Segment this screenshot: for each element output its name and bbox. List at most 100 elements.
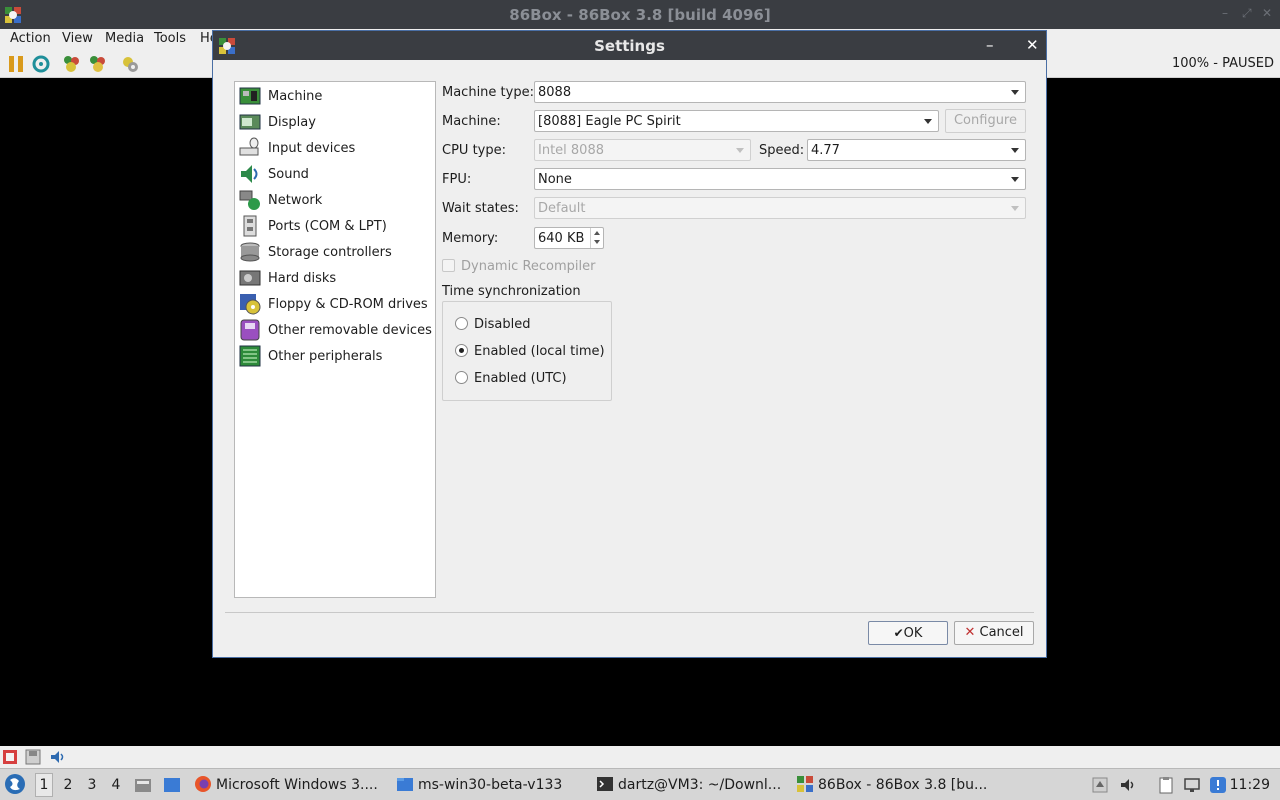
- maximize-icon[interactable]: ⤢: [1242, 7, 1254, 19]
- network-icon: [239, 190, 260, 210]
- settings-gear-icon[interactable]: [120, 54, 140, 74]
- tray-up-arrow-icon[interactable]: [1091, 776, 1109, 794]
- nav-item-machine[interactable]: Machine: [236, 83, 435, 109]
- task-label: Microsoft Windows 3....: [216, 777, 378, 793]
- workspace-4[interactable]: 4: [107, 777, 125, 793]
- speed-select[interactable]: 4.77: [807, 139, 1026, 161]
- close-icon[interactable]: ✕: [1262, 7, 1274, 19]
- reset-icon[interactable]: [31, 54, 51, 74]
- settings-category-list: Machine Display Input devices Sound Netw…: [234, 81, 436, 598]
- configure-button[interactable]: Configure: [945, 109, 1026, 133]
- menu-view[interactable]: View: [62, 31, 93, 46]
- time-sync-option-label: Enabled (local time): [474, 344, 605, 359]
- workspace-1[interactable]: 1: [35, 773, 53, 797]
- nav-item-label: Other removable devices: [268, 323, 432, 338]
- menu-action[interactable]: Action: [10, 31, 51, 46]
- main-titlebar[interactable]: 86Box - 86Box 3.8 [build 4096] – ⤢ ✕: [0, 0, 1280, 29]
- speed-label: Speed:: [759, 143, 805, 158]
- nav-item-label: Display: [268, 115, 316, 130]
- sound-status-icon[interactable]: [49, 749, 65, 765]
- time-sync-disabled-radio[interactable]: [455, 317, 468, 330]
- nav-item-other-removable[interactable]: Other removable devices: [236, 317, 435, 343]
- nav-item-input-devices[interactable]: Input devices: [236, 135, 435, 161]
- fpu-select[interactable]: None: [534, 168, 1026, 190]
- main-statusbar: [0, 746, 1280, 768]
- folder-icon: [397, 778, 413, 791]
- wait-states-label: Wait states:: [442, 201, 519, 216]
- chevron-down-icon: [1011, 90, 1019, 95]
- machine-type-select[interactable]: 8088: [534, 81, 1026, 103]
- nav-item-label: Machine: [268, 89, 323, 104]
- machine-type-label: Machine type:: [442, 85, 534, 100]
- menu-media[interactable]: Media: [105, 31, 144, 46]
- floppy-status-icon[interactable]: [25, 749, 41, 765]
- settings-titlebar[interactable]: Settings – ✕: [213, 31, 1046, 60]
- notification-icon[interactable]: [1209, 776, 1227, 794]
- minimize-icon[interactable]: –: [986, 36, 994, 54]
- terminal-icon: [597, 777, 613, 791]
- cpu-type-select[interactable]: Intel 8088: [534, 139, 751, 161]
- 86box-icon: [797, 776, 813, 792]
- time-sync-local-radio[interactable]: [455, 344, 468, 357]
- volume-icon[interactable]: [1119, 776, 1137, 794]
- task-label: 86Box - 86Box 3.8 [bu...: [818, 777, 988, 793]
- minimize-icon[interactable]: –: [1222, 7, 1234, 19]
- desktop-icon[interactable]: [163, 776, 181, 794]
- settings-dialog: Settings – ✕ Machine Display Input devic…: [212, 30, 1047, 658]
- nav-item-display[interactable]: Display: [236, 109, 435, 135]
- nav-item-storage-controllers[interactable]: Storage controllers: [236, 239, 435, 265]
- time-sync-option-label: Enabled (UTC): [474, 371, 567, 386]
- spin-buttons[interactable]: [590, 228, 603, 248]
- task-label: dartz@VM3: ~/Downl...: [618, 777, 782, 793]
- cancel-button[interactable]: ✕ Cancel: [954, 621, 1034, 645]
- nav-item-sound[interactable]: Sound: [236, 161, 435, 187]
- settings-title: Settings: [594, 37, 665, 55]
- nav-item-ports[interactable]: Ports (COM & LPT): [236, 213, 435, 239]
- memory-spinbox[interactable]: 640 KB: [534, 227, 604, 249]
- machine-type-value: 8088: [538, 85, 572, 100]
- machine-select[interactable]: [8088] Eagle PC Spirit: [534, 110, 939, 132]
- ctrl-alt-esc-icon[interactable]: [88, 54, 108, 74]
- nav-item-other-peripherals[interactable]: Other peripherals: [236, 343, 435, 369]
- firefox-icon: [195, 776, 211, 792]
- memory-value: 640 KB: [538, 231, 585, 246]
- workspace-3[interactable]: 3: [83, 777, 101, 793]
- nav-item-floppy-cdrom[interactable]: Floppy & CD-ROM drives: [236, 291, 435, 317]
- cancel-label: Cancel: [979, 625, 1024, 640]
- chevron-down-icon: [1011, 177, 1019, 182]
- cassette-icon[interactable]: [2, 749, 18, 765]
- menu-tools[interactable]: Tools: [154, 31, 186, 46]
- pause-icon[interactable]: [6, 54, 26, 74]
- task-microsoft-windows[interactable]: Microsoft Windows 3....: [194, 773, 386, 797]
- main-window-title: 86Box - 86Box 3.8 [build 4096]: [509, 6, 771, 24]
- task-86box[interactable]: 86Box - 86Box 3.8 [bu...: [796, 773, 988, 797]
- nav-item-label: Network: [268, 193, 323, 208]
- nav-item-hard-disks[interactable]: Hard disks: [236, 265, 435, 291]
- dynamic-recompiler-checkbox[interactable]: [442, 259, 455, 272]
- chevron-down-icon: [1011, 206, 1019, 211]
- speed-value: 4.77: [811, 143, 840, 158]
- time-sync-utc-radio[interactable]: [455, 371, 468, 384]
- memory-label: Memory:: [442, 231, 499, 246]
- wait-states-select[interactable]: Default: [534, 197, 1026, 219]
- storage-icon: [240, 242, 260, 262]
- task-terminal[interactable]: dartz@VM3: ~/Downl...: [596, 773, 788, 797]
- cancel-x-icon: ✕: [964, 625, 976, 640]
- ok-button[interactable]: ✔OK: [868, 621, 948, 645]
- ctrl-alt-del-icon[interactable]: [62, 54, 82, 74]
- workspace-2[interactable]: 2: [59, 777, 77, 793]
- network-tray-icon[interactable]: [1183, 776, 1201, 794]
- taskbar: 1 2 3 4 Microsoft Windows 3.... ms-win30…: [0, 768, 1280, 800]
- start-menu-icon[interactable]: [4, 773, 26, 795]
- nav-item-network[interactable]: Network: [236, 187, 435, 213]
- machine-label: Machine:: [442, 114, 501, 129]
- task-label: ms-win30-beta-v133: [418, 777, 563, 793]
- machine-value: [8088] Eagle PC Spirit: [538, 114, 681, 129]
- file-manager-icon[interactable]: [134, 776, 152, 794]
- nav-item-label: Sound: [268, 167, 309, 182]
- clipboard-icon[interactable]: [1157, 776, 1175, 794]
- task-ms-win30-folder[interactable]: ms-win30-beta-v133: [396, 773, 586, 797]
- nav-item-label: Other peripherals: [268, 349, 383, 364]
- nav-item-label: Floppy & CD-ROM drives: [268, 297, 428, 312]
- close-icon[interactable]: ✕: [1026, 36, 1039, 54]
